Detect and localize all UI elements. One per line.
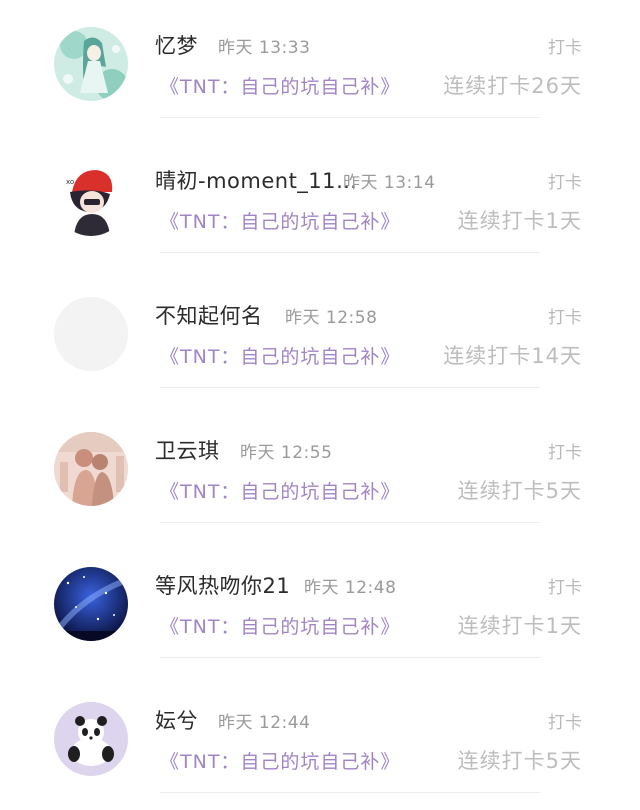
divider xyxy=(160,117,540,118)
user-name[interactable]: 等风热吻你21 xyxy=(155,570,290,600)
book-title-link[interactable]: 《TNT：自己的坑自己补》 xyxy=(160,72,400,99)
list-item[interactable]: 不知起何名 昨天 12:58 打卡 《TNT：自己的坑自己补》 连续打卡14天 xyxy=(0,270,640,405)
divider xyxy=(160,792,540,793)
action-label: 打卡 xyxy=(548,38,582,58)
user-name[interactable]: 晴初-moment_11… xyxy=(155,165,358,195)
timestamp: 昨天 13:33 xyxy=(218,38,311,58)
list-item[interactable]: xo 晴初-moment_11… 昨天 13:14 打卡 《TNT：自己的坑自己… xyxy=(0,135,640,270)
avatar[interactable] xyxy=(54,432,128,506)
starry-sky-avatar-icon xyxy=(54,567,128,641)
timestamp: 昨天 12:44 xyxy=(218,713,311,733)
divider xyxy=(160,252,540,253)
book-title-link[interactable]: 《TNT：自己的坑自己补》 xyxy=(160,477,400,504)
avatar[interactable] xyxy=(54,27,128,101)
red-hat-boy-avatar-icon: xo xyxy=(54,162,128,236)
book-title-link[interactable]: 《TNT：自己的坑自己补》 xyxy=(160,747,400,774)
avatar[interactable] xyxy=(54,702,128,776)
timestamp: 昨天 12:55 xyxy=(240,443,333,463)
action-label: 打卡 xyxy=(548,173,582,193)
user-name[interactable]: 卫云琪 xyxy=(155,435,220,465)
streak-text: 连续打卡5天 xyxy=(457,479,582,503)
list-item[interactable]: 忆梦 昨天 13:33 打卡 《TNT：自己的坑自己补》 连续打卡26天 xyxy=(0,0,640,135)
anime-girl-avatar-icon xyxy=(54,27,128,101)
streak-text: 连续打卡14天 xyxy=(443,344,582,368)
user-name[interactable]: 忆梦 xyxy=(155,30,198,60)
action-label: 打卡 xyxy=(548,308,582,328)
list-item[interactable]: 妘兮 昨天 12:44 打卡 《TNT：自己的坑自己补》 连续打卡5天 xyxy=(0,675,640,810)
divider xyxy=(160,657,540,658)
couple-illustration-avatar-icon xyxy=(54,432,128,506)
avatar[interactable]: xo xyxy=(54,162,128,236)
book-title-link[interactable]: 《TNT：自己的坑自己补》 xyxy=(160,207,400,234)
action-label: 打卡 xyxy=(548,443,582,463)
timestamp: 昨天 12:58 xyxy=(285,308,378,328)
action-label: 打卡 xyxy=(548,713,582,733)
divider xyxy=(160,522,540,523)
streak-text: 连续打卡26天 xyxy=(443,74,582,98)
blank-avatar-icon xyxy=(54,297,128,371)
list-item[interactable]: 卫云琪 昨天 12:55 打卡 《TNT：自己的坑自己补》 连续打卡5天 xyxy=(0,405,640,540)
streak-text: 连续打卡5天 xyxy=(457,749,582,773)
book-title-link[interactable]: 《TNT：自己的坑自己补》 xyxy=(160,612,400,639)
checkin-feed: 忆梦 昨天 13:33 打卡 《TNT：自己的坑自己补》 连续打卡26天 xo … xyxy=(0,0,640,800)
user-name[interactable]: 妘兮 xyxy=(155,705,198,735)
panda-avatar-icon xyxy=(54,702,128,776)
streak-text: 连续打卡1天 xyxy=(457,209,582,233)
avatar[interactable] xyxy=(54,567,128,641)
book-title-link[interactable]: 《TNT：自己的坑自己补》 xyxy=(160,342,400,369)
timestamp: 昨天 12:48 xyxy=(304,578,397,598)
svg-text:xo: xo xyxy=(66,178,74,186)
timestamp: 昨天 13:14 xyxy=(343,173,436,193)
list-item[interactable]: 等风热吻你21 昨天 12:48 打卡 《TNT：自己的坑自己补》 连续打卡1天 xyxy=(0,540,640,675)
streak-text: 连续打卡1天 xyxy=(457,614,582,638)
user-name[interactable]: 不知起何名 xyxy=(155,300,263,330)
divider xyxy=(160,387,540,388)
avatar[interactable] xyxy=(54,297,128,371)
action-label: 打卡 xyxy=(548,578,582,598)
